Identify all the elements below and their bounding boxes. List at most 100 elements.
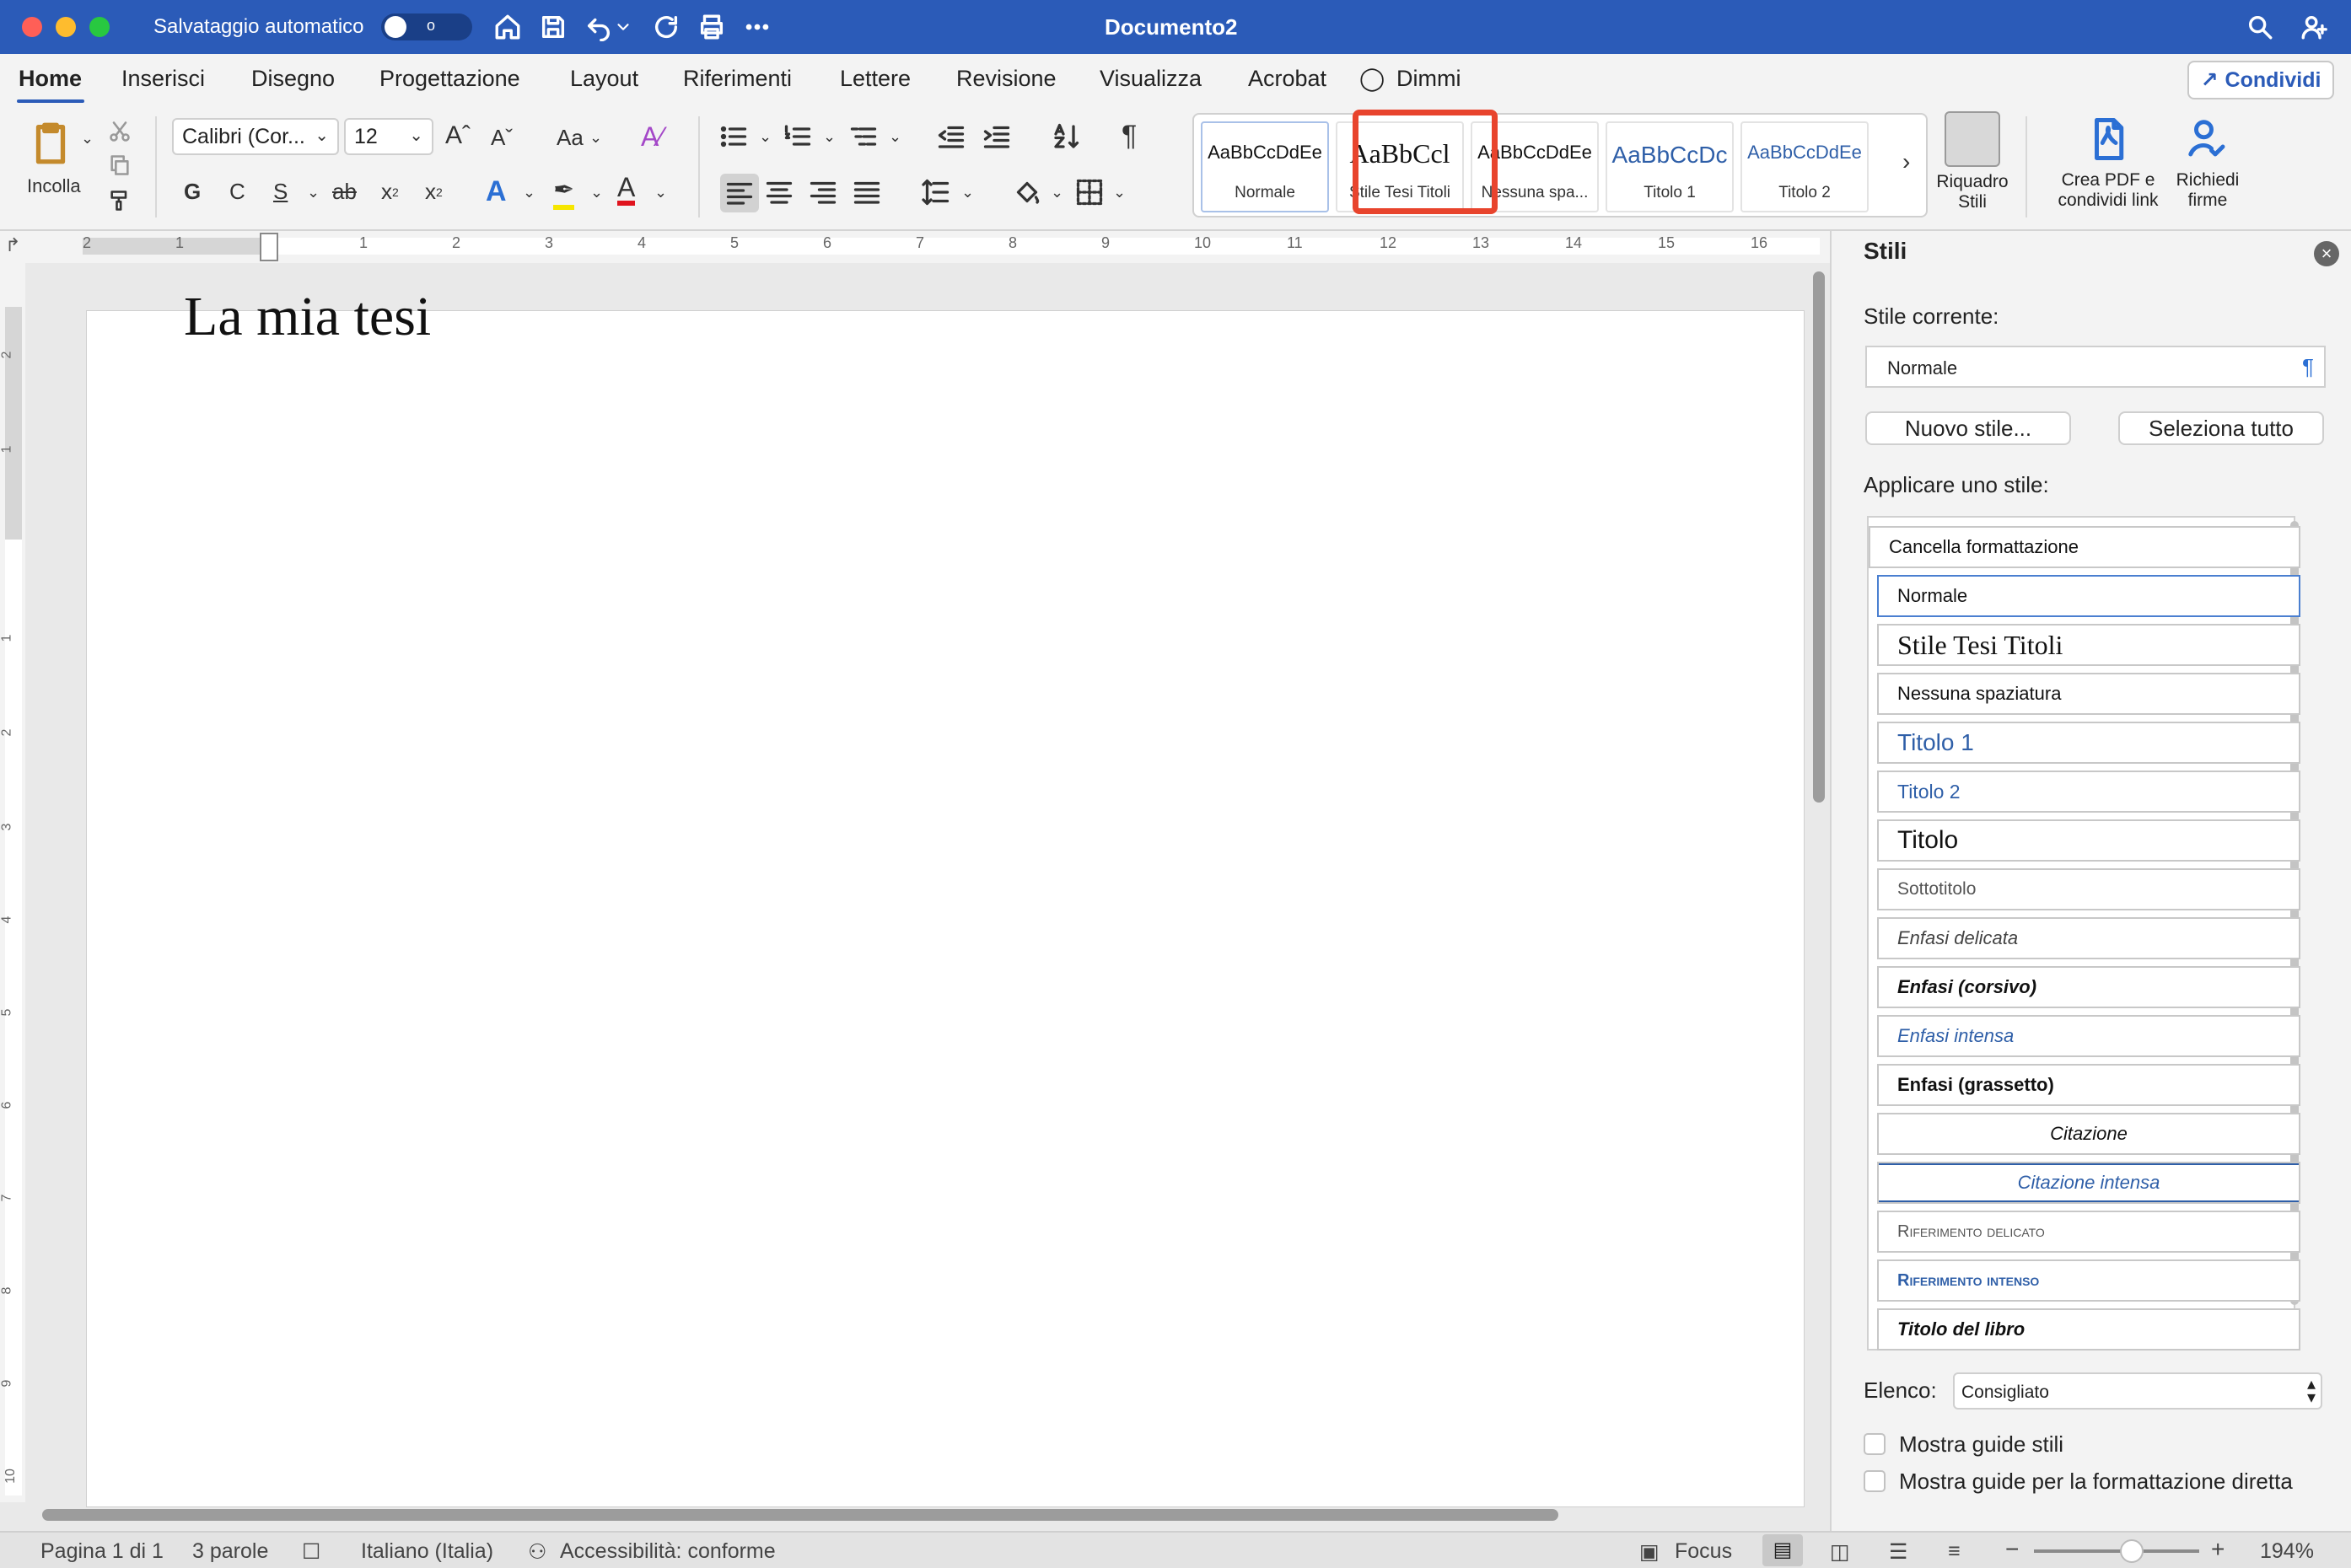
page-count[interactable]: Pagina 1 di 1 xyxy=(40,1539,164,1564)
current-style-field[interactable]: Normale ¶ xyxy=(1865,346,2326,388)
vertical-scrollbar[interactable] xyxy=(1813,271,1825,803)
line-spacing-icon[interactable] xyxy=(921,177,951,207)
style-item[interactable]: Titolo xyxy=(1877,819,2300,862)
request-signatures-button[interactable]: Richiedi firme xyxy=(2174,116,2241,211)
show-direct-format-checkbox[interactable] xyxy=(1864,1470,1886,1492)
autosave-toggle[interactable]: o xyxy=(381,13,472,40)
show-style-guides-checkbox[interactable] xyxy=(1864,1433,1886,1455)
gallery-style-normale[interactable]: AaBbCcDdEe Normale xyxy=(1201,121,1329,212)
subscript-button[interactable]: x2 xyxy=(381,179,399,205)
account-icon[interactable] xyxy=(2297,10,2331,44)
zoom-level[interactable]: 194% xyxy=(2260,1539,2314,1564)
proofing-icon[interactable]: ☐ xyxy=(302,1539,320,1565)
zoom-slider-thumb[interactable] xyxy=(2120,1539,2144,1563)
tab-layout[interactable]: Layout xyxy=(570,66,638,92)
print-layout-icon[interactable]: ▤ xyxy=(1762,1534,1803,1566)
italic-button[interactable]: C xyxy=(229,179,245,205)
style-item[interactable]: Enfasi (grassetto) xyxy=(1877,1064,2300,1106)
close-pane-icon[interactable]: × xyxy=(2314,241,2339,266)
gallery-next-icon[interactable]: › xyxy=(1902,148,1910,175)
more-icon[interactable] xyxy=(740,10,774,44)
zoom-slider[interactable] xyxy=(2034,1549,2199,1553)
style-item[interactable]: Citazione xyxy=(1877,1113,2300,1155)
sort-icon[interactable] xyxy=(1051,121,1081,152)
align-right-icon[interactable] xyxy=(808,177,838,207)
style-item[interactable]: Sottotitolo xyxy=(1877,868,2300,910)
style-item[interactable]: Titolo 2 xyxy=(1877,771,2300,813)
numbering-icon[interactable] xyxy=(783,121,813,152)
increase-indent-icon[interactable] xyxy=(982,121,1012,152)
select-all-button[interactable]: Seleziona tutto xyxy=(2118,411,2324,445)
style-item[interactable]: Stile Tesi Titoli xyxy=(1877,624,2300,666)
underline-button[interactable]: S xyxy=(273,179,288,205)
undo-dropdown-icon[interactable] xyxy=(614,10,632,44)
style-item[interactable]: Enfasi (corsivo) xyxy=(1877,966,2300,1008)
chevron-down-icon[interactable]: ⌄ xyxy=(523,184,535,201)
chevron-down-icon[interactable]: ⌄ xyxy=(759,128,772,146)
style-item[interactable]: Cancella formattazione xyxy=(1869,526,2300,568)
focus-button[interactable]: Focus xyxy=(1675,1539,1732,1564)
zoom-out-icon[interactable]: − xyxy=(2005,1536,2019,1563)
chevron-down-icon[interactable]: ⌄ xyxy=(590,184,603,201)
chevron-down-icon[interactable]: ⌄ xyxy=(889,128,901,146)
indent-marker[interactable] xyxy=(260,233,278,261)
multilevel-list-icon[interactable] xyxy=(848,121,879,152)
style-item[interactable]: Citazione intensa xyxy=(1877,1162,2300,1204)
pilcrow-icon[interactable]: ¶ xyxy=(1122,120,1137,153)
close-window-button[interactable] xyxy=(22,17,42,37)
tab-acrobat[interactable]: Acrobat xyxy=(1248,66,1326,92)
style-item[interactable]: Normale xyxy=(1877,575,2300,617)
align-left-button[interactable] xyxy=(720,174,759,212)
decrease-indent-icon[interactable] xyxy=(936,121,966,152)
document-page[interactable] xyxy=(86,310,1805,1507)
web-layout-icon[interactable]: ◫ xyxy=(1830,1539,1850,1565)
text-effects-button[interactable]: A xyxy=(486,175,507,208)
minimize-window-button[interactable] xyxy=(56,17,76,37)
list-filter-select[interactable]: Consigliato ▴ ▾ xyxy=(1953,1372,2322,1410)
format-painter-icon[interactable] xyxy=(105,185,135,216)
paste-dropdown-icon[interactable]: ⌄ xyxy=(81,130,94,148)
home-icon[interactable] xyxy=(491,10,525,44)
new-style-button[interactable]: Nuovo stile... xyxy=(1865,411,2071,445)
print-icon[interactable] xyxy=(695,10,729,44)
chevron-down-icon[interactable]: ⌄ xyxy=(1051,184,1063,201)
tab-disegno[interactable]: Disegno xyxy=(251,66,335,92)
tab-dimmi[interactable]: Dimmi xyxy=(1396,66,1461,92)
redo-icon[interactable] xyxy=(649,10,683,44)
tab-visualizza[interactable]: Visualizza xyxy=(1100,66,1202,92)
copy-icon[interactable] xyxy=(105,150,135,180)
tab-home[interactable]: Home xyxy=(19,66,82,92)
font-color-button[interactable]: A xyxy=(617,174,636,206)
style-item[interactable]: Titolo del libro xyxy=(1877,1308,2300,1351)
strikethrough-button[interactable]: ab xyxy=(332,179,357,205)
search-icon[interactable] xyxy=(2243,10,2277,44)
style-item[interactable]: Titolo 1 xyxy=(1877,722,2300,764)
change-case-button[interactable]: Aa ⌄ xyxy=(557,125,602,151)
language[interactable]: Italiano (Italia) xyxy=(361,1539,493,1564)
undo-icon[interactable] xyxy=(582,10,616,44)
tab-stop-icon[interactable]: ↱ xyxy=(5,234,20,256)
tab-revisione[interactable]: Revisione xyxy=(956,66,1057,92)
align-center-icon[interactable] xyxy=(764,177,794,207)
font-size-combo[interactable]: 12 ⌄ xyxy=(344,118,433,155)
accessibility-status[interactable]: Accessibilità: conforme xyxy=(560,1539,776,1564)
style-item[interactable]: Nessuna spaziatura xyxy=(1877,673,2300,715)
zoom-window-button[interactable] xyxy=(89,17,110,37)
document-area[interactable] xyxy=(25,263,1830,1507)
chevron-down-icon[interactable]: ⌄ xyxy=(654,184,667,201)
chevron-down-icon[interactable]: ⌄ xyxy=(961,184,974,201)
outline-icon[interactable]: ☰ xyxy=(1889,1539,1907,1565)
borders-icon[interactable] xyxy=(1074,177,1105,207)
paste-icon[interactable] xyxy=(24,116,78,170)
font-name-combo[interactable]: Calibri (Cor... ⌄ xyxy=(172,118,339,155)
chevron-down-icon[interactable]: ⌄ xyxy=(1113,184,1126,201)
justify-icon[interactable] xyxy=(852,177,882,207)
chevron-down-icon[interactable]: ⌄ xyxy=(307,184,320,201)
share-button[interactable]: ↗ Condividi xyxy=(2187,61,2334,99)
horizontal-scrollbar[interactable] xyxy=(42,1509,1558,1521)
gallery-style-titolo-2[interactable]: AaBbCcDdEe Titolo 2 xyxy=(1740,121,1869,212)
draft-icon[interactable]: ≡ xyxy=(1948,1539,1961,1564)
clear-formatting-icon[interactable]: A⁄ xyxy=(641,121,664,153)
bold-button[interactable]: G xyxy=(184,179,201,205)
tab-riferimenti[interactable]: Riferimenti xyxy=(683,66,792,92)
